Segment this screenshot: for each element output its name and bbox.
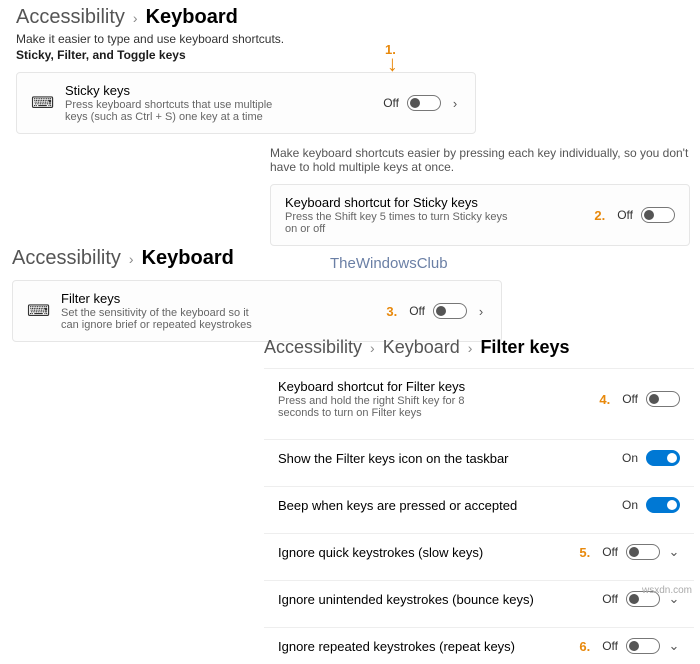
row-title: Ignore unintended keystrokes (bounce key… xyxy=(278,592,590,607)
sticky-keys-toggle[interactable] xyxy=(407,95,441,111)
toggle-state: Off xyxy=(622,392,638,406)
chevron-right-icon: › xyxy=(468,340,473,356)
row-title: Filter keys xyxy=(61,291,374,306)
toggle[interactable] xyxy=(646,497,680,513)
toggle-state: On xyxy=(622,451,638,465)
toggle-state: Off xyxy=(602,545,618,559)
toggle-state: On xyxy=(622,498,638,512)
row-title: Beep when keys are pressed or accepted xyxy=(278,498,610,513)
annotation-2: 2. xyxy=(594,208,605,223)
source-label: wsxdn.com xyxy=(642,585,692,596)
toggle[interactable] xyxy=(626,544,660,560)
settings-row: Ignore unintended keystrokes (bounce key… xyxy=(264,580,694,617)
filter-keys-toggle[interactable] xyxy=(433,303,467,319)
annotation-3: 3. xyxy=(386,304,397,319)
row-title: Ignore quick keystrokes (slow keys) xyxy=(278,545,567,560)
sticky-keys-shortcut-row: Keyboard shortcut for Sticky keys Press … xyxy=(270,184,690,246)
breadcrumb: Accessibility › Keyboard xyxy=(16,6,476,29)
sticky-shortcut-toggle[interactable] xyxy=(641,207,675,223)
chevron-right-icon[interactable]: › xyxy=(449,96,461,111)
row-title: Keyboard shortcut for Filter keys xyxy=(278,379,587,394)
settings-row: Ignore quick keystrokes (slow keys) 5. Off… xyxy=(264,533,694,570)
row-title: Keyboard shortcut for Sticky keys xyxy=(285,195,582,210)
annotation-4: 4. xyxy=(599,392,610,407)
section-heading: Sticky, Filter, and Toggle keys xyxy=(16,48,476,62)
toggle-state: Off xyxy=(602,592,618,606)
row-title: Show the Filter keys icon on the taskbar xyxy=(278,451,610,466)
section-intro: Make keyboard shortcuts easier by pressi… xyxy=(270,146,690,174)
row-desc: Press the Shift key 5 times to turn Stic… xyxy=(285,211,515,235)
keyboard-icon: ⌨ xyxy=(31,93,53,113)
toggle-state: Off xyxy=(409,304,425,318)
breadcrumb-keyboard[interactable]: Keyboard xyxy=(383,337,460,358)
row-title: Sticky keys xyxy=(65,83,371,98)
annotation-6: 6. xyxy=(579,639,590,654)
chevron-right-icon[interactable]: › xyxy=(475,304,487,319)
settings-row: Show the Filter keys icon on the taskbar… xyxy=(264,439,694,476)
watermark-text: TheWindowsClub xyxy=(330,255,448,272)
accessibility-keyboard-panel: Accessibility › Keyboard Make it easier … xyxy=(16,6,476,134)
toggle-state: Off xyxy=(383,96,399,110)
toggle-state: Off xyxy=(617,208,633,222)
row-desc: Press keyboard shortcuts that use multip… xyxy=(65,99,295,123)
chevron-down-icon[interactable]: ⌄ xyxy=(668,638,680,654)
toggle[interactable] xyxy=(646,391,680,407)
toggle[interactable] xyxy=(646,450,680,466)
settings-row: Keyboard shortcut for Filter keysPress a… xyxy=(264,368,694,429)
chevron-down-icon[interactable]: ⌄ xyxy=(668,544,680,560)
keyboard-filter-icon: ⌨ xyxy=(27,301,49,321)
settings-row: Beep when keys are pressed or accepted On xyxy=(264,486,694,523)
sticky-keys-row[interactable]: ⌨ Sticky keys Press keyboard shortcuts t… xyxy=(16,72,476,134)
row-desc: Set the sensitivity of the keyboard so i… xyxy=(61,307,261,331)
page-subtitle: Make it easier to type and use keyboard … xyxy=(16,32,476,46)
sticky-keys-detail-panel: Make keyboard shortcuts easier by pressi… xyxy=(270,143,690,246)
breadcrumb-keyboard: Keyboard xyxy=(142,247,234,270)
annotation-5: 5. xyxy=(579,545,590,560)
settings-row: Ignore repeated keystrokes (repeat keys)… xyxy=(264,627,694,664)
breadcrumb-keyboard: Keyboard xyxy=(146,6,238,29)
breadcrumb-accessibility[interactable]: Accessibility xyxy=(264,337,362,358)
breadcrumb-accessibility[interactable]: Accessibility xyxy=(16,6,125,29)
row-title: Ignore repeated keystrokes (repeat keys) xyxy=(278,639,567,654)
breadcrumb-filter-keys: Filter keys xyxy=(480,337,569,358)
toggle[interactable] xyxy=(626,638,660,654)
breadcrumb: Accessibility › Keyboard › Filter keys xyxy=(264,337,694,358)
chevron-right-icon: › xyxy=(133,10,138,26)
filter-keys-row[interactable]: ⌨ Filter keys Set the sensitivity of the… xyxy=(12,280,502,342)
toggle-state: Off xyxy=(602,639,618,653)
chevron-right-icon: › xyxy=(129,251,134,267)
breadcrumb-accessibility[interactable]: Accessibility xyxy=(12,247,121,270)
filter-keys-detail-panel: Accessibility › Keyboard › Filter keys K… xyxy=(264,337,694,664)
chevron-right-icon: › xyxy=(370,340,375,356)
row-desc: Press and hold the right Shift key for 8… xyxy=(278,395,508,419)
